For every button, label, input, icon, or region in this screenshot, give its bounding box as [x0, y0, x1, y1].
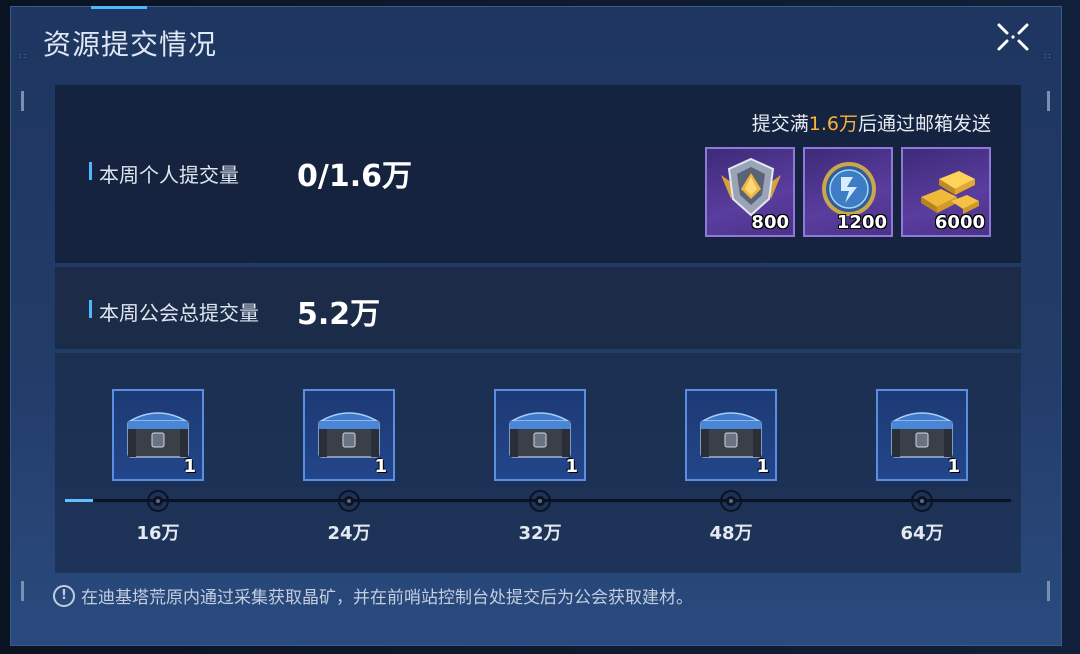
milestone-chest-3[interactable]: 1 — [494, 389, 586, 481]
notice-suffix: 后通过邮箱发送 — [857, 113, 991, 135]
milestone-chest-2[interactable]: 1 — [303, 389, 395, 481]
close-button[interactable] — [991, 19, 1035, 55]
title-bar: 资源提交情况 — [11, 7, 1061, 69]
reward-qty: 1200 — [836, 212, 887, 233]
left-rail-decor — [21, 91, 25, 601]
reward-qty: 6000 — [934, 212, 985, 233]
milestone-chest-5[interactable]: 1 — [876, 389, 968, 481]
personal-submission-section: 本周个人提交量 0/1.6万 提交满1.6万后通过邮箱发送 800 1200 6… — [55, 85, 1021, 263]
reward-item-coin[interactable]: 1200 — [803, 147, 893, 237]
progress-fill — [65, 499, 94, 502]
milestone-node-icon — [910, 489, 934, 513]
milestone-node-icon — [528, 489, 552, 513]
chest-qty: 1 — [756, 456, 769, 477]
milestone-progress-section: 1 16万 1 24万 1 32万 1 48万 1 64万 — [55, 353, 1021, 573]
milestone-label: 32万 — [518, 523, 562, 544]
milestone-label: 16万 — [136, 523, 180, 544]
milestone-label: 48万 — [709, 523, 753, 544]
chest-icon — [127, 412, 189, 458]
chest-icon — [318, 412, 380, 458]
guild-submission-label: 本周公会总提交量 — [89, 297, 259, 326]
notice-amount: 1.6万 — [808, 113, 858, 135]
milestone-label: 24万 — [327, 523, 371, 544]
guild-submission-value: 5.2万 — [297, 297, 381, 332]
notice-prefix: 提交满 — [751, 113, 809, 135]
milestone-chest-1[interactable]: 1 — [112, 389, 204, 481]
milestone-label: 64万 — [900, 523, 944, 544]
guild-submission-section: 本周公会总提交量 5.2万 — [55, 267, 1021, 349]
chest-qty: 1 — [565, 456, 578, 477]
chest-qty: 1 — [183, 456, 196, 477]
milestone-node-icon — [337, 489, 361, 513]
reward-qty: 800 — [751, 212, 789, 233]
footer-hint: ! 在迪基塔荒原内通过采集获取晶矿，并在前哨站控制台处提交后为公会获取建材。 — [53, 583, 693, 608]
chest-qty: 1 — [374, 456, 387, 477]
info-icon: ! — [53, 584, 75, 607]
personal-submission-label: 本周个人提交量 — [89, 159, 239, 188]
footer-hint-text: 在迪基塔荒原内通过采集获取晶矿，并在前哨站控制台处提交后为公会获取建材。 — [81, 588, 693, 608]
reward-item-badge[interactable]: 800 — [705, 147, 795, 237]
resource-submission-dialog: :: :: 资源提交情况 本周个人提交量 0/1.6万 提交满1.6万后通过邮箱… — [10, 6, 1062, 646]
chest-icon — [509, 412, 571, 458]
right-rail-decor — [1047, 91, 1051, 601]
personal-submission-value: 0/1.6万 — [297, 159, 412, 194]
milestone-node-icon — [719, 489, 743, 513]
chest-icon — [891, 412, 953, 458]
milestone-chest-4[interactable]: 1 — [685, 389, 777, 481]
reward-item-gold[interactable]: 6000 — [901, 147, 991, 237]
dialog-title: 资源提交情况 — [43, 28, 218, 61]
milestone-node-icon — [146, 489, 170, 513]
chest-qty: 1 — [947, 456, 960, 477]
mail-notice: 提交满1.6万后通过邮箱发送 — [752, 109, 991, 136]
close-icon — [997, 23, 1029, 51]
chest-icon — [700, 412, 762, 458]
